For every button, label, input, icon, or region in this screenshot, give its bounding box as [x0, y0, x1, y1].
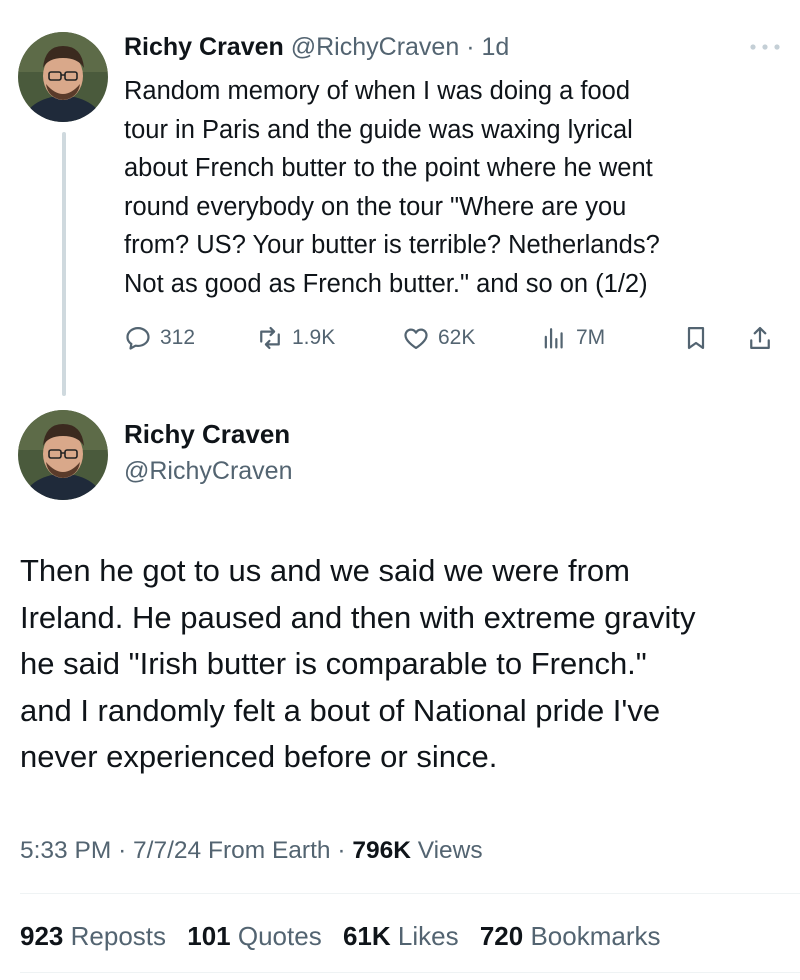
tweet-action-bar: 312 1.9K 62K 7M	[124, 320, 788, 356]
like-button[interactable]: 62K	[402, 320, 475, 356]
thread-connector-line	[62, 132, 66, 396]
tweet-text: Then he got to us and we said we were fr…	[20, 548, 790, 781]
tweet-text-line: Not as good as French butter." and so on…	[124, 269, 648, 298]
tweet-text-line: never experienced before or since.	[20, 739, 498, 774]
divider	[20, 972, 800, 973]
repost-icon	[260, 326, 280, 350]
heart-icon	[404, 328, 428, 350]
tweet-date[interactable]: 7/7/24	[133, 837, 201, 864]
views-count: 796K	[352, 837, 411, 864]
quotes-stat[interactable]: 101 Quotes	[187, 921, 321, 951]
like-count: 62K	[438, 326, 476, 349]
divider	[20, 893, 800, 894]
bookmarks-stat[interactable]: 720 Bookmarks	[480, 921, 661, 951]
tweet-text-line: round everybody on the tour "Where are y…	[124, 192, 627, 221]
bookmark-button[interactable]	[682, 320, 710, 356]
repost-count: 1.9K	[292, 326, 336, 349]
tweet-text-line: Then he got to us and we said we were fr…	[20, 553, 630, 588]
tweet-header: Richy Craven @RichyCraven · 1d	[124, 32, 509, 62]
likes-label: Likes	[397, 921, 459, 951]
separator-dot: ·	[337, 837, 346, 864]
reposts-label: Reposts	[70, 921, 167, 951]
tweet-text-line: and I randomly felt a bout of National p…	[20, 692, 661, 728]
avatar-image	[18, 410, 108, 500]
engagement-stats: 923 Reposts 101 Quotes 61K Likes 720 Boo…	[20, 920, 674, 952]
reply-icon	[126, 326, 150, 350]
separator-dot: ·	[466, 33, 475, 61]
author-name[interactable]: Richy Craven	[124, 33, 284, 61]
tweet-text-line: Ireland. He paused and then with extreme…	[20, 599, 696, 635]
reply-button[interactable]: 312	[124, 320, 195, 356]
tweet-metadata: 5:33 PM · 7/7/24 From Earth · 796K Views	[20, 836, 483, 866]
tweet-age[interactable]: 1d	[481, 33, 509, 61]
share-icon	[750, 326, 770, 350]
tweet-text-line: he said "Irish butter is comparable to F…	[20, 646, 647, 681]
bookmarks-count: 720	[479, 921, 524, 951]
tweet-text-line: tour in Paris and the guide was waxing l…	[124, 115, 633, 144]
views-count: 7M	[576, 326, 606, 349]
tweet-text-line: about French butter to the point where h…	[124, 154, 653, 182]
reposts-count: 923	[20, 921, 64, 951]
avatar[interactable]	[18, 410, 108, 500]
reply-count: 312	[160, 326, 196, 349]
author-handle[interactable]: @RichyCraven	[291, 33, 459, 61]
bookmark-icon	[687, 326, 705, 350]
views-button[interactable]: 7M	[540, 320, 605, 356]
more-horizontal-icon[interactable]	[748, 40, 782, 54]
views-label: Views	[417, 837, 483, 864]
avatar[interactable]	[18, 32, 108, 122]
repost-button[interactable]: 1.9K	[256, 320, 335, 356]
tweet-location: From Earth	[207, 837, 331, 864]
likes-count: 61K	[342, 921, 391, 951]
author-handle[interactable]: @RichyCraven	[124, 456, 292, 486]
bookmarks-label: Bookmarks	[530, 921, 661, 951]
tweet-text: Random memory of when I was doing a food…	[124, 72, 774, 303]
reposts-stat[interactable]: 923 Reposts	[20, 921, 166, 951]
tweet-text-line: Random memory of when I was doing a food	[124, 77, 631, 105]
quotes-count: 101	[187, 921, 231, 951]
avatar-image	[18, 32, 108, 122]
tweet-text-line: from? US? Your butter is terrible? Nethe…	[124, 231, 660, 259]
tweet-time[interactable]: 5:33 PM	[20, 837, 111, 864]
views-chart-icon	[544, 328, 563, 349]
quotes-label: Quotes	[237, 921, 322, 951]
likes-stat[interactable]: 61K Likes	[343, 921, 459, 951]
separator-dot: ·	[118, 837, 127, 864]
author-name[interactable]: Richy Craven	[124, 418, 290, 450]
share-button[interactable]	[746, 320, 774, 356]
